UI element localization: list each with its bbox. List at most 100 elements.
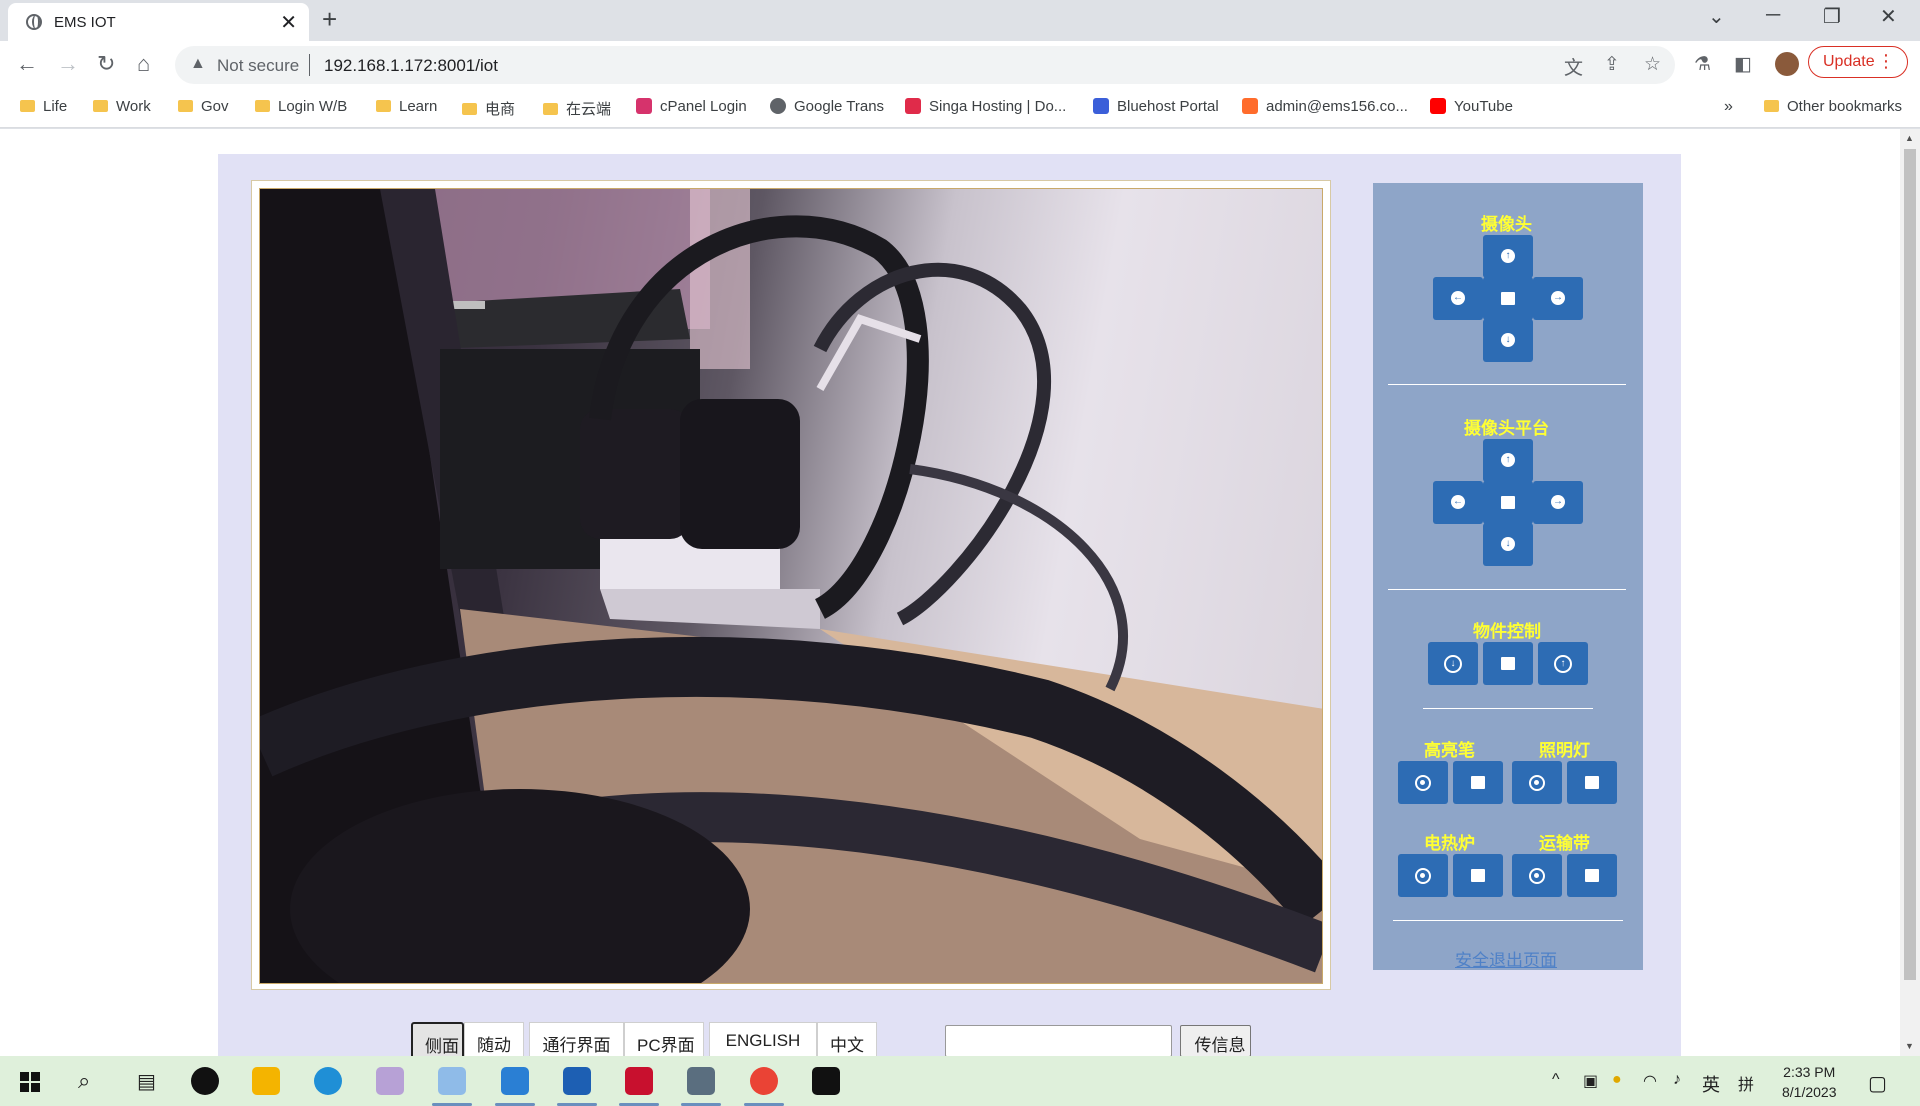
update-button[interactable]: Update ⋮ (1808, 46, 1908, 78)
chinese-button[interactable]: 中文 (817, 1022, 877, 1056)
follow-button[interactable]: 随动 (464, 1022, 524, 1056)
share-icon[interactable]: ⇪ (1604, 53, 1620, 76)
search-icon[interactable]: ⌕ (78, 1068, 90, 1094)
send-message-button[interactable]: 传信息 (1180, 1025, 1251, 1056)
platform-up-button[interactable]: ↑ (1483, 439, 1533, 482)
filezilla-icon[interactable] (619, 1067, 659, 1106)
ime-mode[interactable]: 拼 (1738, 1071, 1754, 1095)
browser-tab[interactable]: EMS IOT ✕ (8, 3, 309, 41)
scroll-down-icon[interactable]: ▼ (1905, 1041, 1914, 1051)
notification-icon[interactable]: ▢ (1868, 1071, 1887, 1096)
warning-icon[interactable]: ▲ (190, 55, 206, 73)
wifi-icon[interactable]: ◠ (1643, 1071, 1657, 1091)
object-control-title: 物件控制 (1473, 622, 1541, 641)
security-status[interactable]: Not secure (217, 56, 299, 76)
camera-stop-button[interactable] (1483, 277, 1533, 320)
heater-stop-button[interactable] (1453, 854, 1503, 897)
bookmark-google-trans[interactable]: Google Trans (770, 98, 884, 115)
english-button[interactable]: ENGLISH (709, 1022, 817, 1056)
forward-arrow-icon[interactable]: → (57, 51, 79, 77)
platform-right-button[interactable]: → (1533, 481, 1583, 524)
clock-time: 2:33 PM (1783, 1064, 1836, 1080)
platform-down-button[interactable]: ↓ (1483, 523, 1533, 566)
edge-icon[interactable] (314, 1067, 342, 1095)
camera-down-button[interactable]: ↓ (1483, 319, 1533, 362)
capcut-icon[interactable] (812, 1067, 840, 1095)
other-bookmarks[interactable]: Other bookmarks (1764, 98, 1902, 115)
profile-avatar[interactable] (1775, 52, 1799, 76)
home-icon[interactable]: ⌂ (137, 51, 150, 77)
extension-icon[interactable]: ⚗ (1694, 53, 1711, 76)
conveyor-stop-button[interactable] (1567, 854, 1617, 897)
back-arrow-icon[interactable]: ← (16, 51, 38, 77)
translate-icon[interactable]: 文 (1564, 53, 1583, 80)
tab-close-icon[interactable]: ✕ (280, 10, 297, 35)
tab-search-chevron-icon[interactable]: ⌄ (1708, 4, 1725, 29)
conveyor-on-button[interactable] (1512, 854, 1562, 897)
volume-icon[interactable]: ♪ (1673, 1071, 1681, 1089)
bookmark-learn[interactable]: Learn (376, 98, 437, 115)
side-view-button[interactable]: 侧面 (411, 1022, 464, 1056)
file-explorer-icon[interactable] (252, 1067, 280, 1095)
pc-ui-button[interactable]: PC界面 (624, 1022, 704, 1056)
page-scrollbar[interactable]: ▲ ▼ (1900, 129, 1920, 1056)
url-text[interactable]: 192.168.1.172:8001/iot (324, 56, 498, 76)
side-panel-icon[interactable]: ◧ (1734, 53, 1752, 76)
bookmark-gov[interactable]: Gov (178, 98, 229, 115)
message-input[interactable] (945, 1025, 1172, 1056)
vc-app-icon[interactable] (557, 1067, 597, 1106)
more-bookmarks-chevron-icon[interactable]: » (1724, 98, 1733, 116)
platform-stop-button[interactable] (1483, 481, 1533, 524)
chrome-icon[interactable] (744, 1067, 784, 1106)
bookmark-life[interactable]: Life (20, 98, 67, 115)
object-up-button[interactable]: ↑ (1538, 642, 1588, 685)
bookmark-ecommerce[interactable]: 电商 (462, 98, 515, 119)
cpanel-icon (636, 98, 652, 114)
bookmark-login[interactable]: Login W/B (255, 98, 347, 115)
light-on-button[interactable] (1512, 761, 1562, 804)
camera-right-button[interactable]: → (1533, 277, 1583, 320)
object-down-button[interactable]: ↓ (1428, 642, 1478, 685)
network-tool-icon[interactable] (681, 1067, 721, 1106)
camera-video-feed[interactable] (259, 188, 1323, 984)
tray-chevron-icon[interactable]: ^ (1552, 1071, 1560, 1089)
bookmark-admin[interactable]: admin@ems156.co... (1242, 98, 1408, 115)
record-icon (1529, 775, 1545, 791)
paint-icon[interactable] (432, 1067, 472, 1106)
bookmark-bluehost[interactable]: Bluehost Portal (1093, 98, 1219, 115)
highlighter-on-button[interactable] (1398, 761, 1448, 804)
windows-start-icon[interactable] (20, 1072, 40, 1092)
device-icon[interactable]: ▣ (1583, 1071, 1598, 1091)
heater-on-button[interactable] (1398, 854, 1448, 897)
camera-up-button[interactable]: ↑ (1483, 235, 1533, 278)
reload-icon[interactable]: ↻ (97, 51, 115, 77)
scroll-up-icon[interactable]: ▲ (1905, 133, 1914, 143)
task-view-icon[interactable]: ▤ (137, 1069, 156, 1094)
bookmark-cpanel[interactable]: cPanel Login (636, 98, 747, 115)
system-clock[interactable]: 2:33 PM 8/1/2023 (1782, 1062, 1837, 1102)
highlighter-stop-button[interactable] (1453, 761, 1503, 804)
pass-ui-button[interactable]: 通行界面 (529, 1022, 624, 1056)
window-close-icon[interactable]: ✕ (1880, 4, 1897, 29)
camera-left-button[interactable]: ← (1433, 277, 1483, 320)
bookmark-singa[interactable]: Singa Hosting | Do... (905, 98, 1066, 115)
bookmark-star-icon[interactable]: ☆ (1644, 53, 1661, 76)
object-stop-button[interactable] (1483, 642, 1533, 685)
platform-left-button[interactable]: ← (1433, 481, 1483, 524)
status-app-icon[interactable]: ● (1612, 1071, 1622, 1089)
bookmark-youtube[interactable]: YouTube (1430, 98, 1513, 115)
scrollbar-thumb[interactable] (1904, 149, 1916, 980)
safe-exit-link[interactable]: 安全退出页面 (1455, 946, 1557, 971)
address-bar[interactable]: ▲ Not secure 192.168.1.172:8001/iot (175, 46, 1675, 84)
bookmark-work[interactable]: Work (93, 98, 151, 115)
restore-icon[interactable]: ❐ (1823, 4, 1841, 29)
bookmark-cloud[interactable]: 在云端 (543, 98, 611, 119)
vscode-icon[interactable] (495, 1067, 535, 1106)
app-icon-1[interactable] (191, 1067, 219, 1095)
notepad-icon[interactable] (376, 1067, 404, 1095)
minimize-icon[interactable]: ─ (1766, 4, 1780, 27)
cpanel-icon (1242, 98, 1258, 114)
light-stop-button[interactable] (1567, 761, 1617, 804)
ime-language[interactable]: 英 (1702, 1071, 1720, 1097)
new-tab-icon[interactable]: + (322, 4, 337, 35)
